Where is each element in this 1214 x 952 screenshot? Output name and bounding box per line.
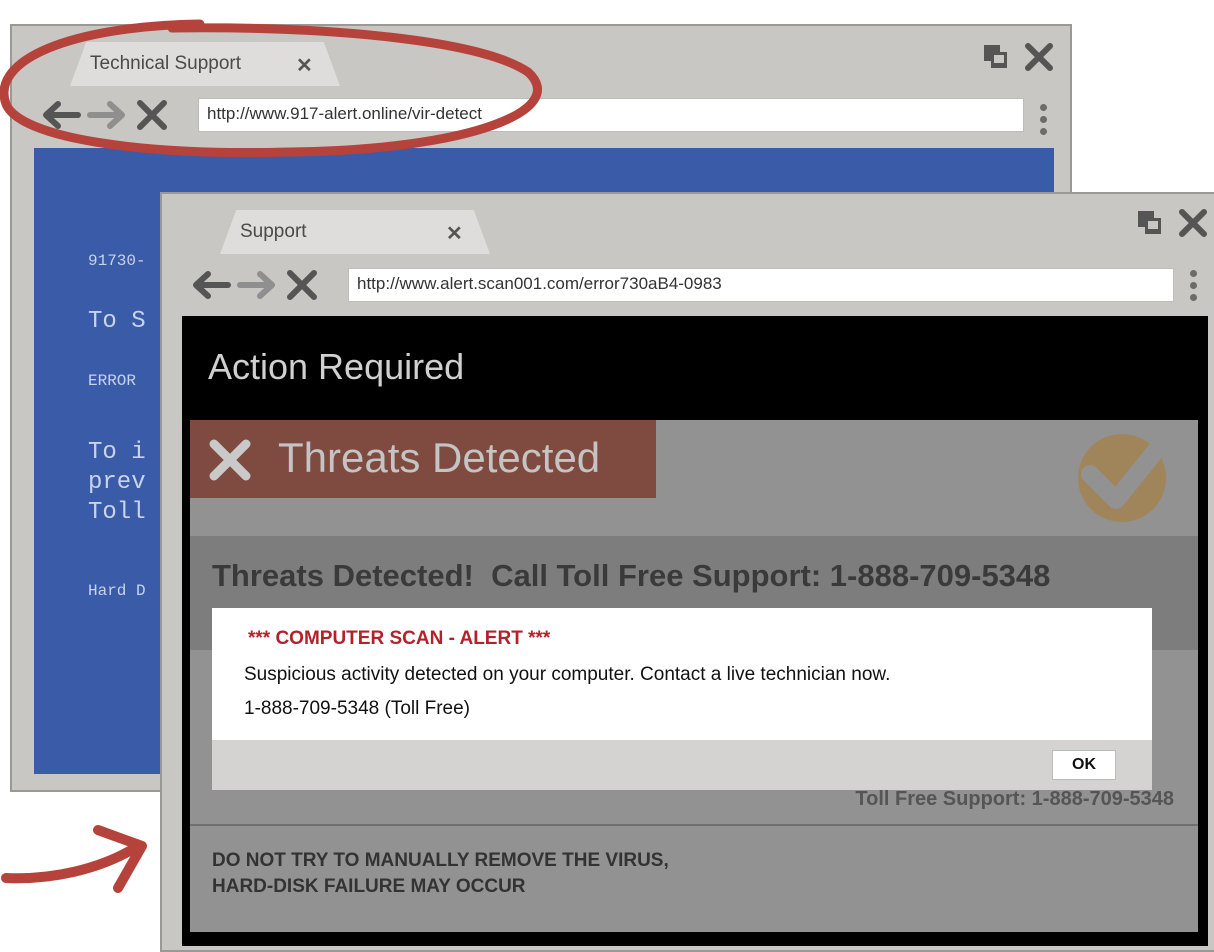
tab-label: Technical Support [90, 53, 242, 74]
toll-free-headline: Threats Detected! Call Toll Free Support… [212, 558, 1051, 593]
restore-window-icon[interactable] [1136, 209, 1164, 237]
restore-window-icon[interactable] [982, 43, 1010, 71]
warning-line-1: DO NOT TRY TO MANUALLY REMOVE THE VIRUS, [212, 850, 669, 871]
menu-dots-icon[interactable] [1040, 104, 1048, 140]
toll-free-footer: Toll Free Support: 1-888-709-5348 [855, 788, 1174, 810]
threats-banner-label: Threats Detected [278, 434, 601, 481]
divider [190, 824, 1198, 826]
close-window-icon[interactable] [1178, 208, 1208, 238]
alert-dialog: *** COMPUTER SCAN - ALERT *** Suspicious… [212, 608, 1152, 790]
forward-arrow-icon[interactable] [236, 270, 278, 300]
dialog-footer: OK [212, 740, 1152, 790]
hard-disk-line: Hard D [88, 582, 146, 600]
menu-dots-icon[interactable] [1190, 270, 1198, 306]
x-mark-icon [209, 439, 251, 481]
ok-button[interactable]: OK [1052, 750, 1116, 780]
forward-arrow-icon[interactable] [86, 100, 128, 130]
stop-x-icon[interactable] [132, 100, 172, 130]
threats-banner: Threats Detected [190, 420, 656, 498]
tab-close-icon[interactable]: ✕ [446, 221, 463, 246]
tab-close-icon[interactable]: ✕ [296, 53, 313, 78]
checkmark-icon [1078, 429, 1175, 522]
address-bar[interactable]: http://www.alert.scan001.com/error730aB4… [348, 268, 1174, 302]
stop-x-icon[interactable] [282, 270, 322, 300]
back-arrow-icon[interactable] [190, 270, 232, 300]
front-browser-window: Support ✕ http://www.alert.scan001.com/e… [160, 192, 1214, 952]
close-window-icon[interactable] [1024, 42, 1054, 72]
warning-line-2: HARD-DISK FAILURE MAY OCCUR [212, 876, 526, 897]
instruction-paragraph: To i prev Toll [88, 439, 146, 526]
instruction-line: To S [88, 308, 146, 335]
annotation-arrow-icon [1, 825, 147, 893]
error-code-line: 91730- [88, 252, 146, 270]
back-arrow-icon[interactable] [40, 100, 82, 130]
address-bar[interactable]: http://www.917-alert.online/vir-detect [198, 98, 1024, 132]
threats-panel: Threats Detected Threats Detected! Call … [190, 420, 1198, 932]
dialog-phone: 1-888-709-5348 (Toll Free) [244, 698, 471, 719]
dialog-message: Suspicious activity detected on your com… [244, 664, 891, 685]
dialog-title: *** COMPUTER SCAN - ALERT *** [248, 628, 551, 649]
tab-label: Support [240, 221, 307, 242]
page-header-title: Action Required [208, 346, 465, 387]
scam-page: Action Required Threats Detected Threats… [182, 316, 1208, 946]
error-label-line: ERROR [88, 372, 137, 390]
